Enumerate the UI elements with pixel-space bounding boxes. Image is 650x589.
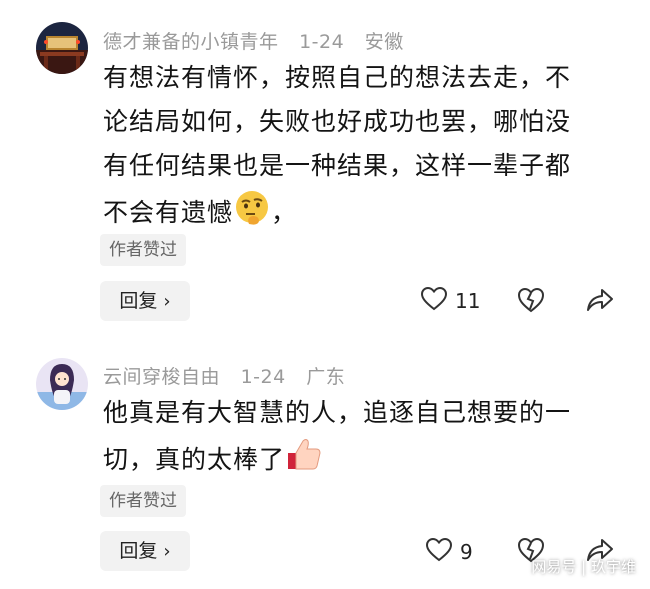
- source-watermark: 网易号 | 玖宇维: [531, 558, 636, 576]
- dislike-button[interactable]: [517, 287, 545, 317]
- like-count: 9: [460, 540, 473, 564]
- thinking-face-emoji-icon: [233, 188, 271, 240]
- comment-meta: 德才兼备的小镇青年 1-24 安徽: [103, 27, 418, 54]
- heart-outline-icon: [425, 537, 453, 566]
- reply-button[interactable]: 回复 ›: [100, 531, 190, 571]
- avatar[interactable]: [36, 358, 88, 410]
- like-count: 11: [455, 289, 481, 313]
- comment-location: 广东: [306, 366, 346, 388]
- comment-line-text: 不会有遗憾: [103, 198, 234, 227]
- comment-line: 切，真的太棒了: [103, 435, 623, 487]
- author-liked-badge: 作者赞过: [100, 234, 186, 266]
- comment-author[interactable]: 云间穿梭自由: [103, 366, 220, 388]
- share-button[interactable]: [586, 287, 614, 317]
- like-button[interactable]: 9: [425, 537, 473, 566]
- comment-text: 他真是有大智慧的人，追逐自己想要的一 切，真的太棒了: [103, 391, 623, 487]
- comment-line: 论结局如何，失败也好成功也罢，哪怕没: [103, 107, 572, 136]
- broken-heart-icon: [517, 287, 545, 317]
- thumbs-up-emoji-icon: [285, 435, 323, 487]
- comment-line-text: 切，真的太棒了: [103, 445, 286, 474]
- comment-text: 有想法有情怀，按照自己的想法去走，不 论结局如何，失败也好成功也罢，哪怕没 有任…: [103, 56, 623, 240]
- avatar[interactable]: [36, 22, 88, 74]
- comment-line: 有想法有情怀，按照自己的想法去走，不: [103, 63, 572, 92]
- comment-line: 有任何结果也是一种结果，这样一辈子都: [103, 151, 572, 180]
- comment-author[interactable]: 德才兼备的小镇青年: [103, 31, 279, 53]
- reply-label: 回复: [119, 540, 158, 562]
- reply-label: 回复: [119, 290, 158, 312]
- comment-location: 安徽: [364, 31, 404, 53]
- comment-date: 1-24: [240, 366, 286, 388]
- comment-date: 1-24: [299, 31, 345, 53]
- like-button[interactable]: 11: [420, 286, 481, 315]
- comment-line-tail: ，: [271, 198, 298, 227]
- comment-line: 不会有遗憾 ，: [103, 188, 623, 240]
- heart-outline-icon: [420, 286, 448, 315]
- chevron-right-icon: ›: [163, 541, 171, 562]
- comment-meta: 云间穿梭自由 1-24 广东: [103, 362, 359, 389]
- comment-line: 他真是有大智慧的人，追逐自己想要的一: [103, 398, 572, 427]
- author-liked-badge: 作者赞过: [100, 485, 186, 517]
- reply-button[interactable]: 回复 ›: [100, 281, 190, 321]
- chevron-right-icon: ›: [163, 291, 171, 312]
- share-arrow-icon: [586, 287, 614, 317]
